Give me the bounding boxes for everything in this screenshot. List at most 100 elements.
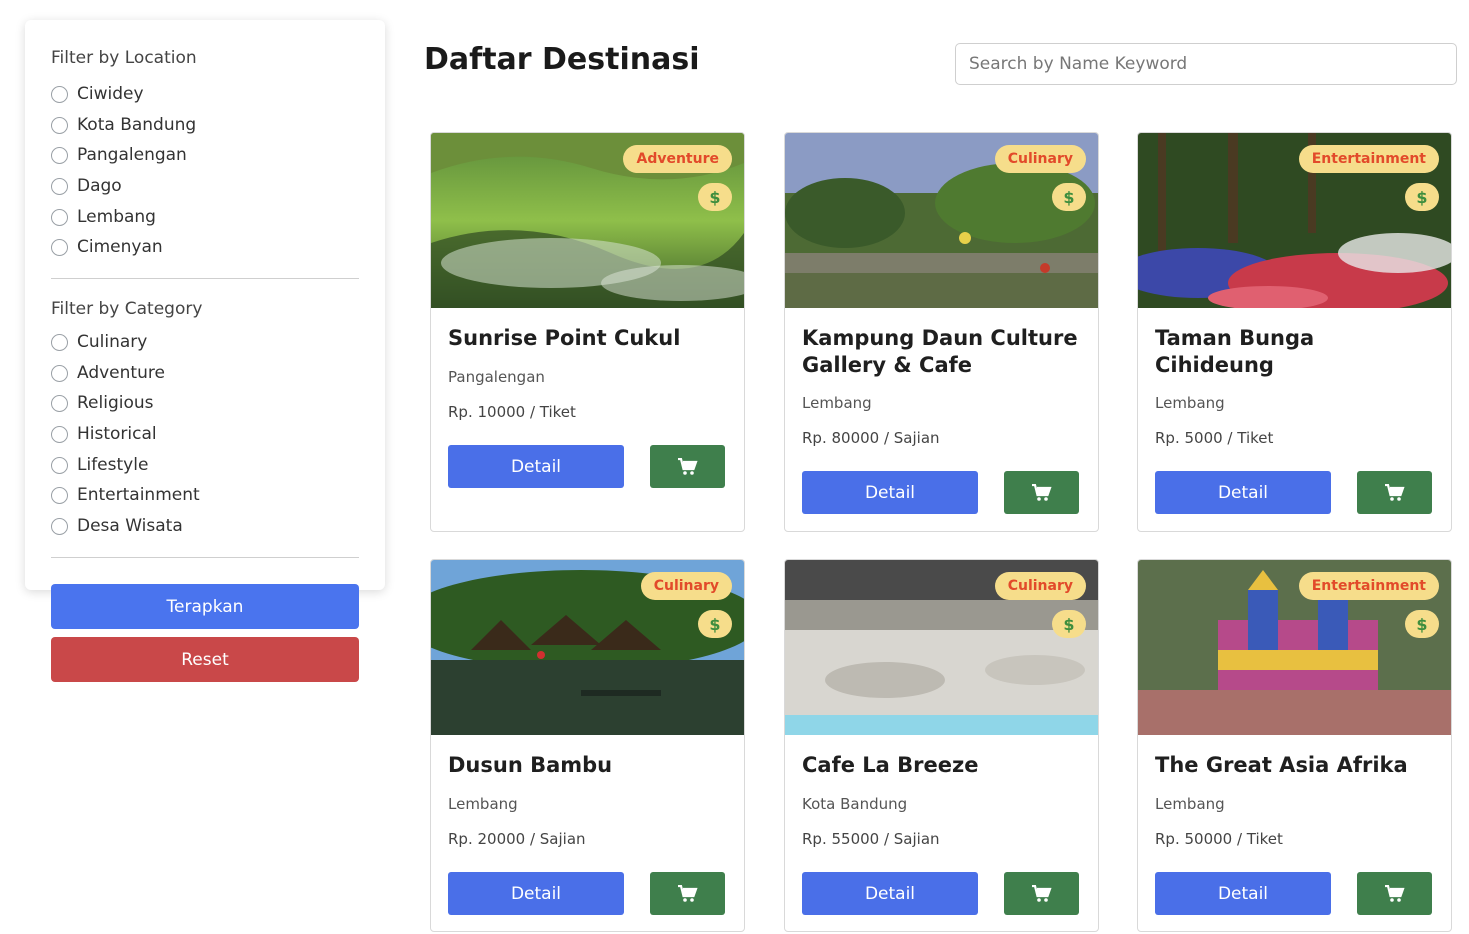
location-option-label: Dago xyxy=(77,176,122,196)
category-option-culinary[interactable]: Culinary xyxy=(51,330,147,354)
radio-icon[interactable] xyxy=(51,333,68,351)
price-badge: $ xyxy=(1052,183,1086,211)
cart-icon xyxy=(677,457,698,475)
cart-icon xyxy=(1384,483,1405,501)
destination-title: Taman Bunga Cihideung xyxy=(1155,326,1315,377)
destination-title: Dusun Bambu xyxy=(448,753,613,777)
radio-icon[interactable] xyxy=(51,85,68,103)
destination-title: The Great Asia Afrika xyxy=(1155,753,1408,777)
category-badge: Adventure xyxy=(623,145,732,173)
category-badge: Culinary xyxy=(640,572,732,600)
filter-divider xyxy=(51,557,359,558)
add-to-cart-button[interactable] xyxy=(1004,471,1079,514)
radio-icon[interactable] xyxy=(51,116,68,134)
destination-price: Rp. 5000 / Tiket xyxy=(1155,429,1274,447)
category-option-label: Adventure xyxy=(77,363,165,383)
radio-icon[interactable] xyxy=(51,486,68,504)
cart-icon xyxy=(1031,483,1052,501)
category-filter-title: Filter by Category xyxy=(51,299,203,319)
destination-price: Rp. 20000 / Sajian xyxy=(448,830,586,848)
cart-icon xyxy=(677,884,698,902)
location-option-label: Lembang xyxy=(77,207,156,227)
destination-price: Rp. 80000 / Sajian xyxy=(802,429,940,447)
filter-panel: Filter by Location Ciwidey Kota Bandung … xyxy=(25,20,385,590)
detail-button[interactable]: Detail xyxy=(1155,872,1331,915)
add-to-cart-button[interactable] xyxy=(650,872,725,915)
radio-icon[interactable] xyxy=(51,364,68,382)
destination-card: Culinary $ Kampung Daun Culture Gallery … xyxy=(784,132,1099,532)
destination-card: Adventure $ Sunrise Point Cukul Pangalen… xyxy=(430,132,745,532)
reset-filter-button[interactable]: Reset xyxy=(51,637,359,682)
add-to-cart-button[interactable] xyxy=(1357,471,1432,514)
detail-button[interactable]: Detail xyxy=(448,872,624,915)
radio-icon[interactable] xyxy=(51,517,68,535)
category-option-religious[interactable]: Religious xyxy=(51,391,154,415)
cart-icon xyxy=(1031,884,1052,902)
destination-title: Sunrise Point Cukul xyxy=(448,326,681,350)
category-badge: Entertainment xyxy=(1298,572,1439,600)
category-option-adventure[interactable]: Adventure xyxy=(51,361,165,385)
destination-card: Culinary $ Dusun Bambu Lembang Rp. 20000… xyxy=(430,559,745,932)
page-title: Daftar Destinasi xyxy=(424,42,700,77)
radio-icon[interactable] xyxy=(51,394,68,412)
location-option-label: Cimenyan xyxy=(77,237,163,257)
price-badge: $ xyxy=(698,610,732,638)
destination-location: Lembang xyxy=(448,795,518,813)
location-filter-title: Filter by Location xyxy=(51,48,197,68)
radio-icon[interactable] xyxy=(51,425,68,443)
category-option-entertainment[interactable]: Entertainment xyxy=(51,483,200,507)
radio-icon[interactable] xyxy=(51,238,68,256)
location-option-pangalengan[interactable]: Pangalengan xyxy=(51,143,187,167)
radio-icon[interactable] xyxy=(51,456,68,474)
detail-button[interactable]: Detail xyxy=(448,445,624,488)
category-badge: Culinary xyxy=(994,572,1086,600)
destination-price: Rp. 55000 / Sajian xyxy=(802,830,940,848)
add-to-cart-button[interactable] xyxy=(650,445,725,488)
category-option-label: Culinary xyxy=(77,332,148,352)
destination-location: Kota Bandung xyxy=(802,795,908,813)
location-option-label: Kota Bandung xyxy=(77,115,197,135)
detail-button[interactable]: Detail xyxy=(1155,471,1331,514)
category-option-label: Lifestyle xyxy=(77,455,149,475)
destination-price: Rp. 50000 / Tiket xyxy=(1155,830,1283,848)
radio-icon[interactable] xyxy=(51,208,68,226)
destination-location: Lembang xyxy=(1155,394,1225,412)
category-option-label: Desa Wisata xyxy=(77,516,183,536)
destination-card: Entertainment $ The Great Asia Afrika Le… xyxy=(1137,559,1452,932)
price-badge: $ xyxy=(1052,610,1086,638)
cart-icon xyxy=(1384,884,1405,902)
category-badge: Entertainment xyxy=(1298,145,1439,173)
price-badge: $ xyxy=(1405,610,1439,638)
category-option-historical[interactable]: Historical xyxy=(51,422,157,446)
destination-title: Kampung Daun Culture Gallery & Cafe xyxy=(802,326,1078,377)
price-badge: $ xyxy=(1405,183,1439,211)
destination-card: Entertainment $ Taman Bunga Cihideung Le… xyxy=(1137,132,1452,532)
location-option-kota-bandung[interactable]: Kota Bandung xyxy=(51,113,196,137)
detail-button[interactable]: Detail xyxy=(802,872,978,915)
search-input[interactable] xyxy=(955,43,1457,85)
filter-divider xyxy=(51,278,359,279)
add-to-cart-button[interactable] xyxy=(1004,872,1079,915)
detail-button[interactable]: Detail xyxy=(802,471,978,514)
radio-icon[interactable] xyxy=(51,146,68,164)
add-to-cart-button[interactable] xyxy=(1357,872,1432,915)
location-option-cimenyan[interactable]: Cimenyan xyxy=(51,235,163,259)
location-option-ciwidey[interactable]: Ciwidey xyxy=(51,82,144,106)
location-option-lembang[interactable]: Lembang xyxy=(51,205,156,229)
destination-price: Rp. 10000 / Tiket xyxy=(448,403,576,421)
category-option-label: Religious xyxy=(77,393,154,413)
apply-filter-button[interactable]: Terapkan xyxy=(51,584,359,629)
destination-location: Lembang xyxy=(802,394,872,412)
destination-location: Lembang xyxy=(1155,795,1225,813)
destination-card: Culinary $ Cafe La Breeze Kota Bandung R… xyxy=(784,559,1099,932)
destination-location: Pangalengan xyxy=(448,368,545,386)
location-option-label: Pangalengan xyxy=(77,145,187,165)
category-badge: Culinary xyxy=(994,145,1086,173)
category-option-desa-wisata[interactable]: Desa Wisata xyxy=(51,514,183,538)
location-option-label: Ciwidey xyxy=(77,84,144,104)
category-option-label: Entertainment xyxy=(77,485,200,505)
radio-icon[interactable] xyxy=(51,177,68,195)
category-option-lifestyle[interactable]: Lifestyle xyxy=(51,453,148,477)
destination-title: Cafe La Breeze xyxy=(802,753,979,777)
location-option-dago[interactable]: Dago xyxy=(51,174,122,198)
